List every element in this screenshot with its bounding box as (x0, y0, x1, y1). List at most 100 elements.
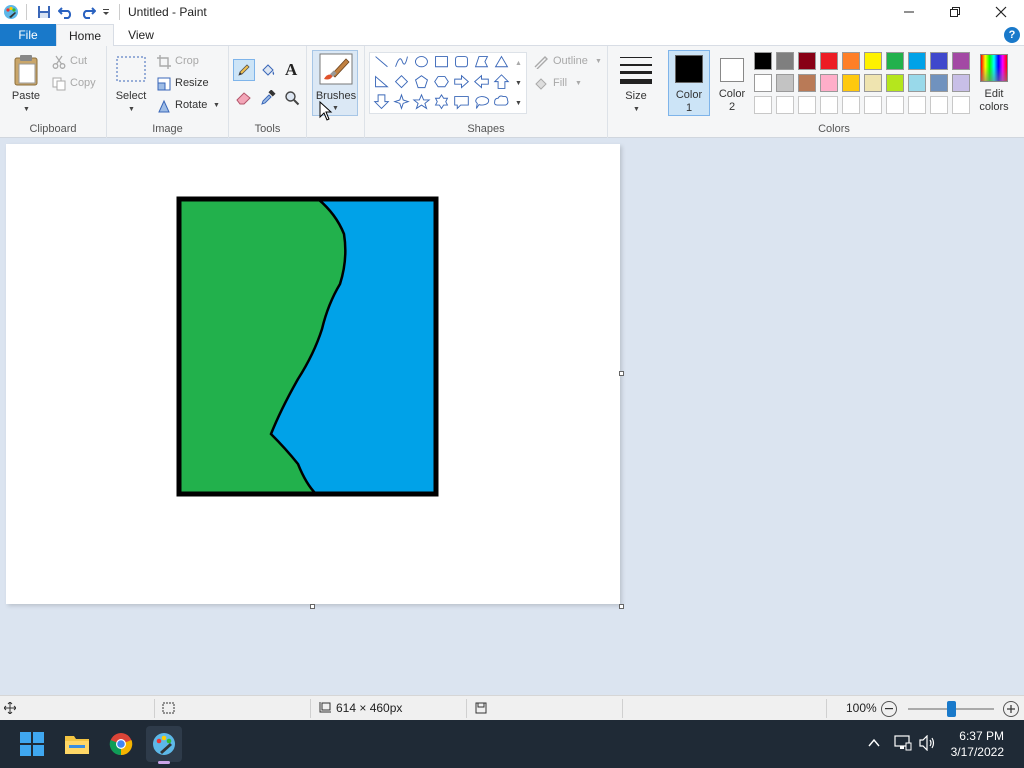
palette-custom-slot[interactable] (952, 96, 970, 114)
palette-swatch[interactable] (820, 74, 838, 92)
palette-swatch[interactable] (798, 74, 816, 92)
shapes-gallery-expand[interactable]: ▼ (515, 94, 525, 108)
palette-swatch[interactable] (798, 52, 816, 70)
color-picker-button[interactable] (257, 87, 279, 109)
color2-button[interactable]: Color 2 (712, 50, 754, 116)
palette-swatch[interactable] (952, 52, 970, 70)
paint-app-icon[interactable] (2, 1, 20, 23)
palette-swatch[interactable] (842, 74, 860, 92)
palette-custom-slot[interactable] (864, 96, 882, 114)
tab-home[interactable]: Home (56, 24, 114, 47)
palette-custom-slot[interactable] (930, 96, 948, 114)
resize-button[interactable]: Resize (157, 76, 223, 94)
four-point-star-shape-icon[interactable] (393, 93, 410, 110)
crop-button[interactable]: Crop (157, 54, 217, 72)
palette-custom-slot[interactable] (798, 96, 816, 114)
rounded-rectangle-shape-icon[interactable] (455, 56, 468, 68)
paint-taskbar-button[interactable] (146, 726, 182, 764)
paste-button[interactable]: Paste ▼ (6, 52, 46, 118)
six-point-star-shape-icon[interactable] (434, 93, 449, 110)
palette-swatch[interactable] (842, 52, 860, 70)
palette-swatch[interactable] (886, 74, 904, 92)
zoom-in-button[interactable] (1003, 701, 1019, 717)
palette-swatch[interactable] (776, 52, 794, 70)
palette-swatch[interactable] (754, 74, 772, 92)
size-button[interactable]: Size ▼ (616, 52, 656, 118)
pentagon-shape-icon[interactable] (414, 75, 429, 89)
palette-swatch[interactable] (930, 74, 948, 92)
oval-callout-shape-icon[interactable] (475, 96, 490, 109)
rectangle-shape-icon[interactable] (435, 56, 448, 68)
cloud-callout-shape-icon[interactable] (494, 95, 509, 106)
hexagon-shape-icon[interactable] (434, 76, 449, 88)
select-button[interactable]: Select ▼ (113, 52, 149, 118)
rotate-button[interactable]: Rotate ▼ (157, 98, 227, 116)
palette-custom-slot[interactable] (886, 96, 904, 114)
right-triangle-shape-icon[interactable] (375, 75, 389, 88)
zoom-slider-thumb[interactable] (947, 701, 956, 717)
palette-swatch[interactable] (820, 52, 838, 70)
undo-icon[interactable] (55, 1, 77, 23)
magnifier-button[interactable] (281, 87, 303, 109)
palette-custom-slot[interactable] (908, 96, 926, 114)
fill-shape-button[interactable]: Fill ▼ (533, 76, 593, 94)
fill-button[interactable] (257, 59, 279, 81)
palette-swatch[interactable] (886, 52, 904, 70)
palette-swatch[interactable] (776, 74, 794, 92)
cut-button[interactable]: Cut (52, 54, 102, 72)
show-desktop-button[interactable] (1019, 720, 1024, 768)
rectangle-callout-shape-icon[interactable] (454, 96, 469, 110)
oval-shape-icon[interactable] (415, 56, 428, 68)
network-button[interactable] (894, 735, 912, 753)
right-arrow-shape-icon[interactable] (454, 74, 470, 89)
tab-view[interactable]: View (118, 24, 164, 46)
curve-shape-icon[interactable] (395, 56, 408, 67)
chrome-button[interactable] (103, 726, 139, 762)
file-explorer-button[interactable] (59, 726, 95, 762)
palette-swatch[interactable] (864, 52, 882, 70)
palette-swatch[interactable] (908, 52, 926, 70)
clock[interactable]: 6:37 PM 3/17/2022 (944, 726, 1006, 762)
up-arrow-shape-icon[interactable] (493, 74, 510, 89)
zoom-out-button[interactable] (881, 701, 897, 717)
help-button[interactable]: ? (1004, 27, 1020, 43)
drawing-canvas[interactable] (6, 144, 620, 604)
edit-colors-button[interactable]: Edit colors (974, 50, 1014, 116)
redo-icon[interactable] (77, 1, 99, 23)
text-button[interactable]: A (281, 59, 303, 81)
start-button[interactable] (14, 726, 50, 762)
diamond-shape-icon[interactable] (394, 75, 409, 89)
palette-swatch[interactable] (952, 74, 970, 92)
palette-swatch[interactable] (754, 52, 772, 70)
eraser-button[interactable] (233, 87, 255, 109)
volume-button[interactable] (919, 734, 937, 753)
resize-handle-bottom[interactable] (310, 604, 315, 609)
palette-swatch[interactable] (930, 52, 948, 70)
palette-custom-slot[interactable] (820, 96, 838, 114)
left-arrow-shape-icon[interactable] (473, 74, 489, 89)
close-button[interactable] (978, 0, 1024, 24)
show-hidden-icons-button[interactable] (867, 736, 883, 752)
maximize-button[interactable] (932, 0, 978, 24)
customize-toolbar-icon[interactable] (99, 1, 113, 23)
palette-swatch[interactable] (908, 74, 926, 92)
resize-handle-corner[interactable] (619, 604, 624, 609)
down-arrow-shape-icon[interactable] (373, 94, 390, 110)
palette-custom-slot[interactable] (754, 96, 772, 114)
copy-button[interactable]: Copy (52, 76, 104, 94)
palette-custom-slot[interactable] (776, 96, 794, 114)
five-point-star-shape-icon[interactable] (412, 93, 431, 110)
resize-handle-right[interactable] (619, 371, 624, 376)
triangle-shape-icon[interactable] (494, 55, 509, 68)
pencil-button[interactable] (233, 59, 255, 81)
minimize-button[interactable] (886, 0, 932, 24)
palette-custom-slot[interactable] (842, 96, 860, 114)
polygon-shape-icon[interactable] (474, 56, 489, 68)
outline-button[interactable]: Outline ▼ (533, 54, 605, 72)
tab-file[interactable]: File (0, 24, 56, 46)
save-icon[interactable] (33, 1, 55, 23)
line-shape-icon[interactable] (375, 56, 388, 68)
shapes-scroll-up[interactable]: ▲ (515, 54, 525, 68)
palette-swatch[interactable] (864, 74, 882, 92)
color1-button[interactable]: Color 1 (668, 50, 710, 116)
